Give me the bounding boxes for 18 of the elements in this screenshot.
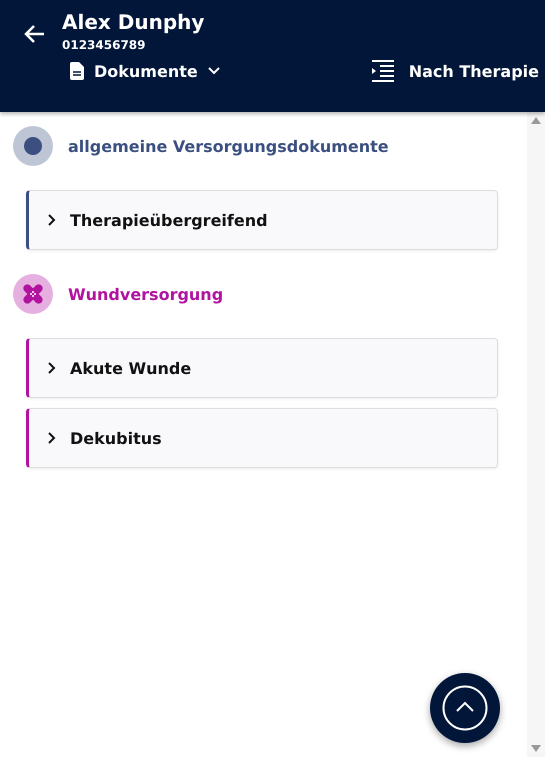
sort-button[interactable]: Nach Therapie [370,60,545,82]
chevron-up-circle-icon [442,685,488,731]
patient-name: Alex Dunphy [62,9,206,36]
scrollbar[interactable] [527,112,545,757]
accordion-item[interactable]: Akute Wunde [26,338,498,398]
accordion-item[interactable]: Dekubitus [26,408,498,468]
chevron-down-icon [208,67,220,75]
document-icon [70,62,84,80]
back-arrow-icon [23,24,45,44]
patient-number: 0123456789 [62,38,146,52]
scroll-to-top-button[interactable] [430,673,500,743]
category-title: allgemeine Versorgungsdokumente [68,136,389,156]
category-title: Wundversorgung [68,284,224,304]
accordion-item[interactable]: Therapieübergreifend [26,190,498,250]
scroll-up-icon[interactable] [531,116,541,124]
sort-list-icon [370,60,395,82]
view-dropdown[interactable]: Dokumente [62,62,220,80]
scroll-down-icon[interactable] [531,745,541,753]
